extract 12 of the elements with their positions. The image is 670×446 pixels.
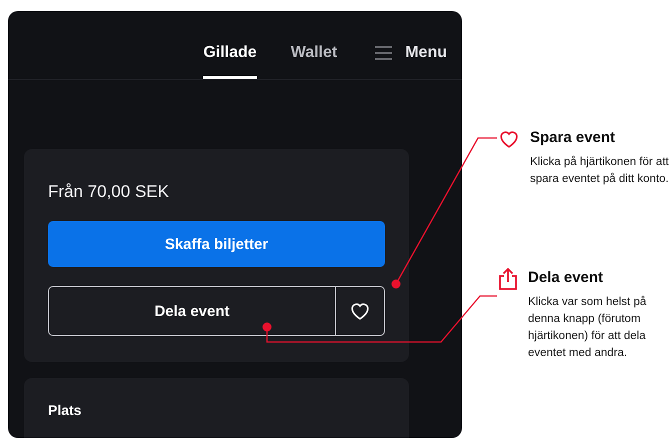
share-icon <box>498 268 518 290</box>
price-text: Från 70,00 SEK <box>48 182 170 202</box>
callout-text: Klicka var som helst på denna knapp (förutom hjärtikonen) för att dela eventet med andra. <box>528 294 648 361</box>
nav-tab[interactable]: Gillade <box>203 44 257 79</box>
callout-title: Dela event <box>528 268 604 288</box>
callout-text: Klicka på hjärtikonen för att spara eventet på ditt konto. <box>530 154 670 187</box>
venue-heading: Plats <box>48 402 82 418</box>
buy-tickets-button[interactable]: Skaffa biljetter <box>48 221 385 267</box>
menu-icon <box>375 46 392 60</box>
nav-tab[interactable]: Wallet <box>290 44 338 79</box>
callout-title: Spara event <box>530 128 616 148</box>
menu-button[interactable]: Menu <box>375 44 447 79</box>
